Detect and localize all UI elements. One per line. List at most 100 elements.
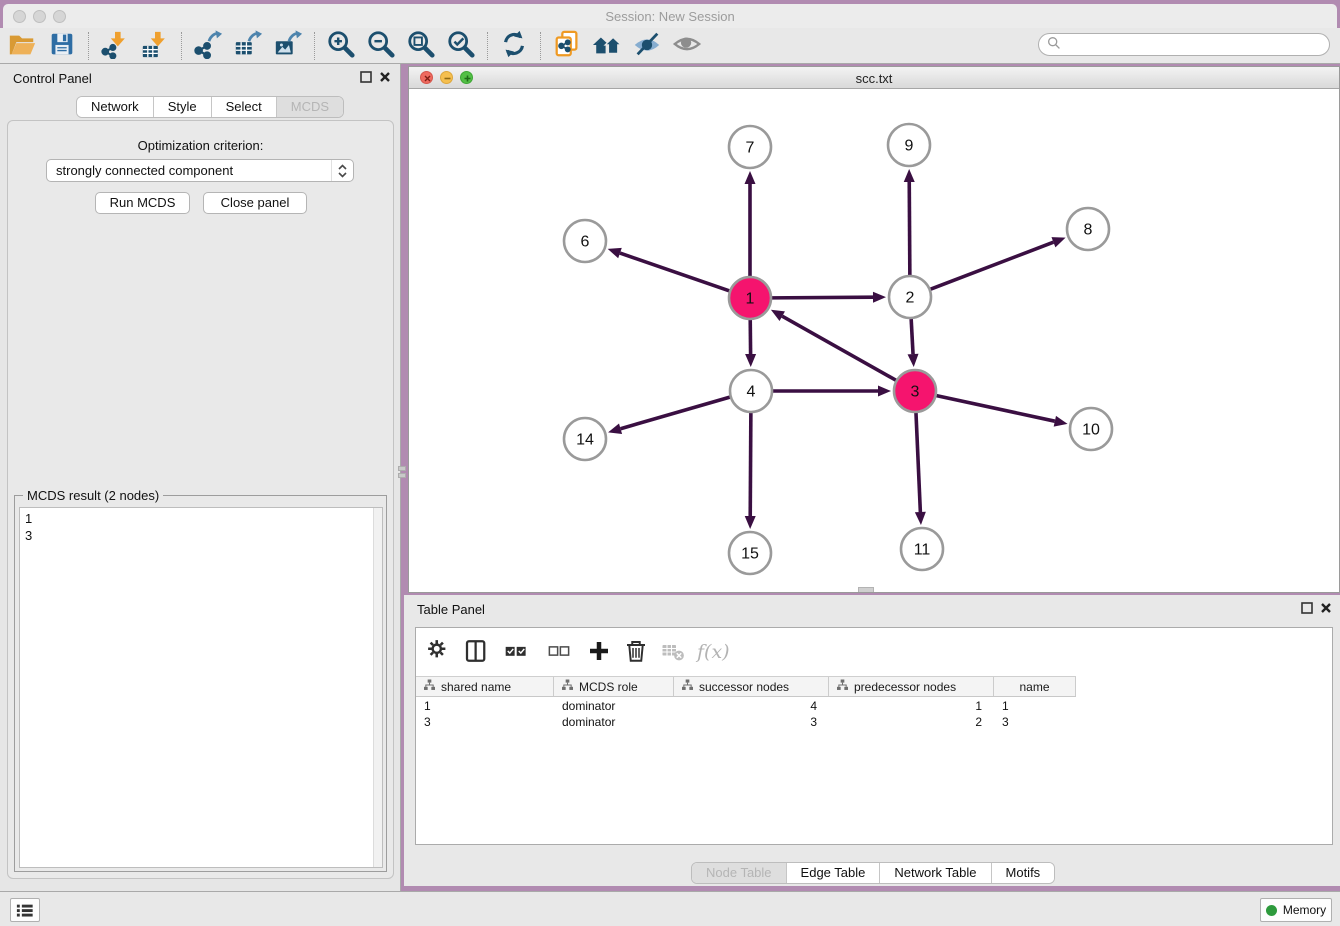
- search-field[interactable]: [1038, 33, 1330, 56]
- tab-motifs[interactable]: Motifs: [992, 863, 1055, 883]
- svg-text:1: 1: [746, 291, 755, 308]
- graph-node-4[interactable]: 4: [730, 370, 772, 412]
- run-mcds-button[interactable]: Run MCDS: [95, 192, 190, 214]
- graph-node-8[interactable]: 8: [1067, 208, 1109, 250]
- tab-network-table[interactable]: Network Table: [880, 863, 991, 883]
- edge-2-3[interactable]: [908, 319, 919, 367]
- edge-3-1[interactable]: [771, 310, 896, 380]
- tab-node-table[interactable]: Node Table: [692, 863, 787, 883]
- add-button[interactable]: [584, 637, 614, 667]
- import-network-button[interactable]: [95, 30, 135, 62]
- column-header-name[interactable]: name: [994, 677, 1076, 696]
- first-neighbors-icon: [592, 29, 622, 62]
- svg-text:14: 14: [576, 432, 594, 449]
- clone-network-button[interactable]: [547, 30, 587, 62]
- edge-2-8[interactable]: [931, 237, 1066, 289]
- select-all-button[interactable]: [498, 637, 534, 667]
- close-panel-icon[interactable]: [379, 71, 391, 83]
- tab-edge-table[interactable]: Edge Table: [787, 863, 881, 883]
- dropdown-stepper-icon: [331, 160, 353, 181]
- edge-1-6[interactable]: [608, 248, 730, 291]
- table-row: 1dominator411: [416, 698, 1076, 714]
- export-network-icon: [193, 29, 223, 62]
- panel-splitter-handle[interactable]: [398, 463, 406, 480]
- cell-MCDS-role[interactable]: dominator: [554, 714, 674, 730]
- graph-node-10[interactable]: 10: [1070, 408, 1112, 450]
- first-neighbors-button[interactable]: [587, 30, 627, 62]
- edge-3-10[interactable]: [937, 396, 1068, 427]
- tab-mcds[interactable]: MCDS: [277, 97, 343, 117]
- graph-node-6[interactable]: 6: [564, 220, 606, 262]
- save-session-button[interactable]: [42, 30, 82, 62]
- column-header-successor-nodes[interactable]: successor nodes: [674, 677, 829, 696]
- zoom-in-button[interactable]: [321, 30, 361, 62]
- columns-button[interactable]: [461, 637, 491, 667]
- svg-text:8: 8: [1084, 222, 1093, 239]
- tab-style[interactable]: Style: [154, 97, 212, 117]
- edge-1-7[interactable]: [745, 171, 756, 276]
- tab-select[interactable]: Select: [212, 97, 277, 117]
- import-table-button[interactable]: [135, 30, 175, 62]
- cell-shared-name[interactable]: 3: [416, 714, 554, 730]
- zoom-fit-button[interactable]: [401, 30, 441, 62]
- hide-selected-button[interactable]: [627, 30, 667, 62]
- edge-1-4[interactable]: [745, 320, 756, 367]
- column-header-MCDS-role[interactable]: MCDS role: [554, 677, 674, 696]
- tab-network[interactable]: Network: [77, 97, 154, 117]
- trash-button[interactable]: [621, 637, 651, 667]
- graph-node-2[interactable]: 2: [889, 276, 931, 318]
- refresh-button[interactable]: [494, 30, 534, 62]
- export-image-button[interactable]: [268, 30, 308, 62]
- export-network-button[interactable]: [188, 30, 228, 62]
- edge-4-15[interactable]: [745, 413, 756, 529]
- network-canvas[interactable]: 7 9 6 8 1 2 4 3 14 10 15 11: [409, 89, 1339, 592]
- result-scrollbar[interactable]: [373, 508, 382, 867]
- status-bar: Memory: [0, 891, 1340, 926]
- graph-node-1[interactable]: 1: [729, 277, 771, 319]
- mcds-result-area[interactable]: 1 3: [19, 507, 383, 868]
- memory-button[interactable]: Memory: [1260, 898, 1332, 922]
- column-header-predecessor-nodes[interactable]: predecessor nodes: [829, 677, 994, 696]
- frame-resize-handle[interactable]: [858, 587, 874, 592]
- cell-name[interactable]: 1: [994, 698, 1076, 714]
- show-all-button[interactable]: [667, 30, 707, 62]
- cell-successor-nodes[interactable]: 4: [674, 698, 829, 714]
- graph-node-11[interactable]: 11: [901, 528, 943, 570]
- search-input[interactable]: [1066, 38, 1321, 52]
- edge-4-14[interactable]: [608, 397, 730, 434]
- float-panel-icon[interactable]: [360, 71, 372, 83]
- cell-name[interactable]: 3: [994, 714, 1076, 730]
- cell-predecessor-nodes[interactable]: 1: [829, 698, 994, 714]
- deselect-all-button[interactable]: [541, 637, 577, 667]
- float-table-panel-icon[interactable]: [1301, 602, 1313, 614]
- cell-shared-name[interactable]: 1: [416, 698, 554, 714]
- cell-successor-nodes[interactable]: 3: [674, 714, 829, 730]
- open-session-button[interactable]: [2, 30, 42, 62]
- cell-MCDS-role[interactable]: dominator: [554, 698, 674, 714]
- graph-node-15[interactable]: 15: [729, 532, 771, 574]
- zoom-out-button[interactable]: [361, 30, 401, 62]
- graph-node-9[interactable]: 9: [888, 124, 930, 166]
- edge-4-3[interactable]: [773, 386, 891, 397]
- zoom-selected-button[interactable]: [441, 30, 481, 62]
- gear-button[interactable]: [424, 637, 454, 667]
- criterion-dropdown[interactable]: strongly connected component: [46, 159, 354, 182]
- show-panels-button[interactable]: [10, 898, 40, 922]
- column-header-shared-name[interactable]: shared name: [416, 677, 554, 696]
- table-row: 3dominator323: [416, 714, 1076, 730]
- graph-node-14[interactable]: 14: [564, 418, 606, 460]
- network-titlebar[interactable]: scc.txt: [409, 67, 1339, 89]
- edge-3-11[interactable]: [915, 413, 926, 525]
- graph-node-7[interactable]: 7: [729, 126, 771, 168]
- edge-2-9[interactable]: [904, 169, 915, 275]
- export-table-button[interactable]: [228, 30, 268, 62]
- close-table-panel-icon[interactable]: [1320, 602, 1332, 614]
- cell-predecessor-nodes[interactable]: 2: [829, 714, 994, 730]
- edge-1-2[interactable]: [772, 292, 886, 303]
- select-all-icon: [505, 640, 527, 665]
- application-window: Session: New Session Control Panel Netwo…: [0, 0, 1340, 926]
- graph-node-3[interactable]: 3: [894, 370, 936, 412]
- window-title: Session: New Session: [3, 9, 1337, 24]
- svg-text:9: 9: [905, 138, 914, 155]
- close-panel-button[interactable]: Close panel: [203, 192, 307, 214]
